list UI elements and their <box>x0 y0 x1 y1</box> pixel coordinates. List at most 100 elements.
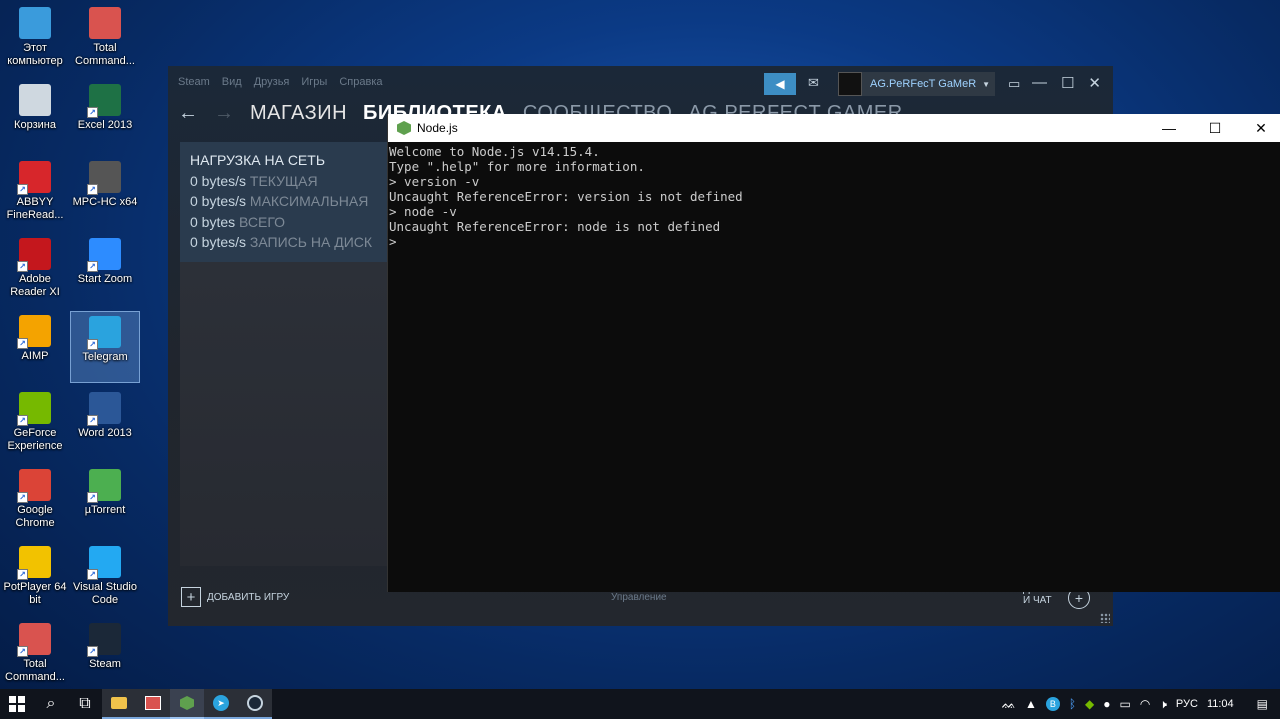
desktop-icon-chrome[interactable]: ↗ Google Chrome <box>0 465 70 537</box>
downloads-manage[interactable]: Управление <box>611 592 667 603</box>
b-app-icon[interactable]: B <box>1045 697 1060 711</box>
menu-item-view[interactable]: Вид <box>222 76 242 88</box>
network-usage-panel: НАГРУЗКА НА СЕТЬ 0 bytes/s ТЕКУЩАЯ 0 byt… <box>180 142 390 262</box>
clock[interactable]: 11:04 <box>1207 698 1234 710</box>
taskbar-nodejs[interactable] <box>170 689 204 719</box>
desktop-icon-label: Google Chrome <box>15 504 55 529</box>
desktop-icon-label: Steam <box>89 658 121 670</box>
desktop-icon-vscode[interactable]: ↗ Visual Studio Code <box>70 542 140 614</box>
total-commander-icon: ↗ <box>17 623 51 657</box>
forward-arrow-icon[interactable]: → <box>214 102 234 125</box>
desktop-icon-adobe-reader[interactable]: ↗ Adobe Reader XI <box>0 234 70 306</box>
mpc-hc-icon: ↗ <box>87 161 121 195</box>
system-tray: ᨐ ▲ B ᛒ ◆ ● ▭ ◠ 🕨 РУС 11:04 ▤ <box>1002 689 1280 719</box>
volume-icon[interactable]: 🕨 <box>1159 697 1167 712</box>
start-button[interactable] <box>0 689 34 719</box>
desktop-icon-label: Total Command... <box>75 42 135 67</box>
console-output[interactable]: Welcome to Node.js v14.15.4. Type ".help… <box>388 142 1280 251</box>
shortcut-arrow-icon: ↗ <box>87 415 98 426</box>
task-view-icon[interactable]: ⧉ <box>68 689 102 719</box>
desktop-icon-label: GeForce Experience <box>7 427 63 452</box>
network-row: 0 bytes/s МАКСИМАЛЬНАЯ <box>190 193 369 209</box>
nav-store[interactable]: МАГАЗИН <box>250 102 347 125</box>
back-arrow-icon[interactable]: ← <box>178 102 198 125</box>
desktop-icon-mpc-hc[interactable]: ↗ MPC-HC x64 <box>70 157 140 229</box>
maximize-icon[interactable]: ☐ <box>1061 74 1074 92</box>
desktop-icon-utorrent[interactable]: ↗ µTorrent <box>70 465 140 537</box>
console-titlebar[interactable]: Node.js — ☐ ✕ <box>388 114 1280 142</box>
taskbar: ⌕ ⧉ ➤ ᨐ ▲ B ᛒ ◆ ● ▭ ◠ 🕨 РУС 11:04 ▤ <box>0 689 1280 719</box>
menu-item-games[interactable]: Игры <box>301 76 327 88</box>
steam-tray-icon[interactable]: ● <box>1103 697 1110 711</box>
nodejs-console-window: Node.js — ☐ ✕ Welcome to Node.js v14.15.… <box>387 114 1280 592</box>
word-icon: ↗ <box>87 392 121 426</box>
battery-icon[interactable]: ▭ <box>1120 697 1131 711</box>
language-indicator[interactable]: РУС <box>1176 698 1198 710</box>
telegram-icon: ➤ <box>213 695 229 711</box>
menu-item-help[interactable]: Справка <box>339 76 382 88</box>
people-icon[interactable]: ᨐ <box>1002 697 1016 712</box>
broadcast-icon[interactable]: ◀ <box>764 73 796 95</box>
resize-grip[interactable] <box>1100 613 1110 623</box>
desktop-icon-label: Excel 2013 <box>77 119 133 131</box>
steam-window-controls: — ☐ ✕ <box>1032 74 1101 92</box>
menu-item-friends[interactable]: Друзья <box>254 76 290 88</box>
desktop-icon-zoom[interactable]: ↗ Start Zoom <box>70 234 140 306</box>
desktop-icon-label: ABBYY FineRead... <box>6 196 64 221</box>
console-window-controls: — ☐ ✕ <box>1146 114 1280 142</box>
desktop-icon-steam[interactable]: ↗ Steam <box>70 619 140 691</box>
maximize-icon[interactable]: ☐ <box>1192 114 1238 142</box>
close-icon[interactable]: ✕ <box>1238 114 1280 142</box>
desktop-icon-this-pc[interactable]: Этот компьютер <box>0 3 70 75</box>
desktop-icon-label: Total Command... <box>5 658 65 683</box>
desktop-icon-excel[interactable]: ↗ Excel 2013 <box>70 80 140 152</box>
desktop-icon-geforce[interactable]: ↗ GeForce Experience <box>0 388 70 460</box>
menu-item-steam[interactable]: Steam <box>178 76 210 88</box>
library-sidebar <box>180 262 390 566</box>
notification-icon[interactable]: ▤ <box>1257 697 1268 711</box>
desktop-icon-label: Корзина <box>14 119 56 131</box>
desktop-icon-word[interactable]: ↗ Word 2013 <box>70 388 140 460</box>
big-picture-icon[interactable]: ▭ <box>1008 76 1020 92</box>
desktop-icon-total-commander[interactable]: ↗ Total Command... <box>0 619 70 691</box>
add-game-button[interactable]: + ДОБАВИТЬ ИГРУ <box>181 587 289 607</box>
desktop-icon-label: µTorrent <box>84 504 126 516</box>
steam-icon: ↗ <box>87 623 121 657</box>
close-icon[interactable]: ✕ <box>1088 74 1101 92</box>
utorrent-icon: ↗ <box>87 469 121 503</box>
desktop-icon-aimp[interactable]: ↗ AIMP <box>0 311 70 383</box>
taskbar-steam[interactable] <box>238 689 272 719</box>
desktop-icon-label: Start Zoom <box>77 273 133 285</box>
notifications-icon[interactable]: ✉ <box>808 75 819 91</box>
minimize-icon[interactable]: — <box>1032 74 1047 92</box>
desktop-icon-telegram[interactable]: ↗ Telegram <box>70 311 140 383</box>
network-row: 0 bytes ВСЕГО <box>190 213 286 230</box>
vscode-icon: ↗ <box>87 546 121 580</box>
desktop-icon-abbyy[interactable]: ↗ ABBYY FineRead... <box>0 157 70 229</box>
desktop-icon-potplayer[interactable]: ↗ PotPlayer 64 bit <box>0 542 70 614</box>
taskbar-file-explorer[interactable] <box>102 689 136 719</box>
shortcut-arrow-icon: ↗ <box>17 492 28 503</box>
user-menu[interactable]: AG.PeRFecT GaMeR ▼ <box>838 72 995 96</box>
desktop-icon-label: AIMP <box>21 350 49 362</box>
total-commander-icon <box>145 696 161 710</box>
steam-icon <box>247 695 263 711</box>
wifi-icon[interactable]: ◠ <box>1140 697 1150 711</box>
taskbar-telegram[interactable]: ➤ <box>204 689 238 719</box>
this-pc-icon <box>19 7 51 39</box>
taskbar-total-commander[interactable] <box>136 689 170 719</box>
minimize-icon[interactable]: — <box>1146 114 1192 142</box>
desktop-icon-label: Этот компьютер <box>7 42 63 67</box>
chevron-up-icon[interactable]: ▲ <box>1025 697 1037 711</box>
desktop-icon-total-commander[interactable]: Total Command... <box>70 3 140 75</box>
desktop-icon-recycle-bin[interactable]: Корзина <box>0 80 70 152</box>
avatar <box>838 72 862 96</box>
telegram-icon: ↗ <box>87 316 121 350</box>
search-icon[interactable]: ⌕ <box>34 689 68 719</box>
shortcut-arrow-icon: ↗ <box>87 184 98 195</box>
nvidia-icon[interactable]: ◆ <box>1085 697 1094 711</box>
bluetooth-icon[interactable]: ᛒ <box>1069 697 1076 711</box>
folder-icon <box>111 697 127 709</box>
zoom-icon: ↗ <box>87 238 121 272</box>
desktop-icon-label: MPC-HC x64 <box>72 196 138 208</box>
